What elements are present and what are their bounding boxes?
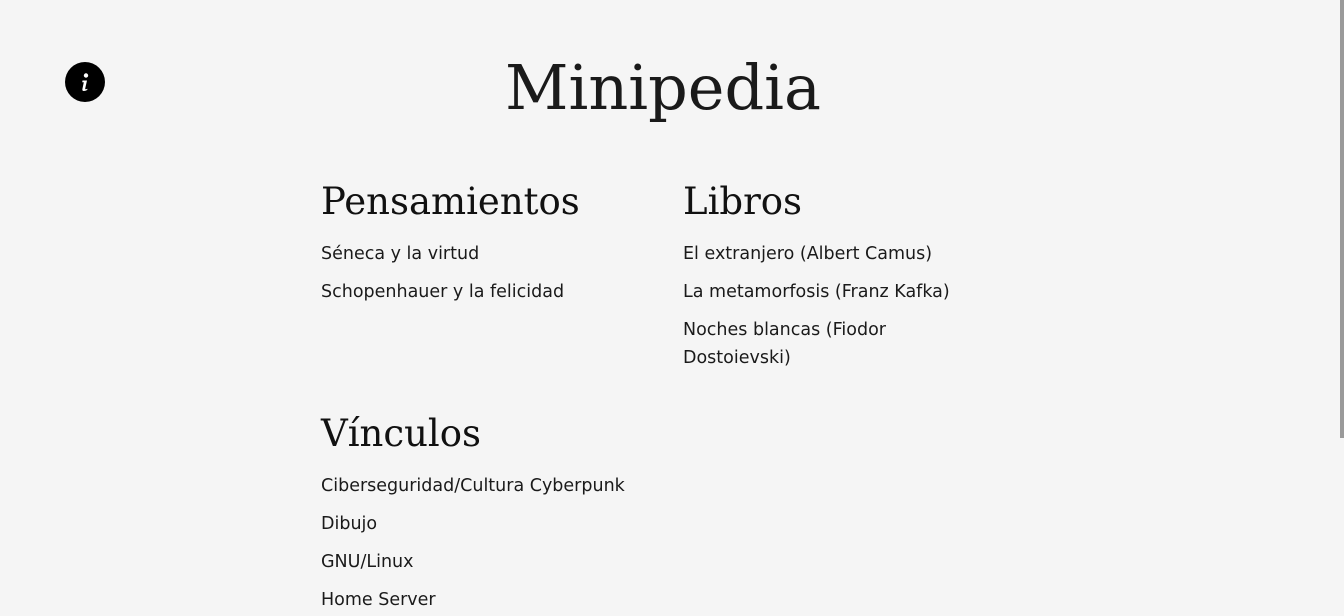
list-item: Noches blancas (Fiodor Dostoievski): [683, 316, 983, 372]
scrollbar[interactable]: [1340, 0, 1344, 438]
thoughts-list: Séneca y la virtud Schopenhauer y la fel…: [321, 240, 661, 306]
section-heading-books: Libros: [683, 180, 803, 223]
list-item: Ciberseguridad/Cultura Cyberpunk: [321, 472, 661, 500]
site-title: Minipedia: [505, 51, 821, 124]
link-dibujo[interactable]: Dibujo: [321, 514, 377, 534]
list-item: El extranjero (Albert Camus): [683, 240, 983, 268]
link-la-metamorfosis[interactable]: La metamorfosis (Franz Kafka): [683, 282, 950, 302]
link-schopenhauer[interactable]: Schopenhauer y la felicidad: [321, 282, 564, 302]
link-el-extranjero[interactable]: El extranjero (Albert Camus): [683, 244, 932, 264]
link-ciberseguridad[interactable]: Ciberseguridad/Cultura Cyberpunk: [321, 476, 625, 496]
list-item: La metamorfosis (Franz Kafka): [683, 278, 983, 306]
books-list: El extranjero (Albert Camus) La metamorf…: [683, 240, 983, 372]
links-list: Ciberseguridad/Cultura Cyberpunk Dibujo …: [321, 472, 661, 614]
list-item: Dibujo: [321, 510, 661, 538]
list-item: Séneca y la virtud: [321, 240, 661, 268]
link-seneca[interactable]: Séneca y la virtud: [321, 244, 479, 264]
section-books: Libros El extranjero (Albert Camus) La m…: [683, 180, 983, 382]
link-gnu-linux[interactable]: GNU/Linux: [321, 552, 414, 572]
list-item: Schopenhauer y la felicidad: [321, 278, 661, 306]
list-item: Home Server: [321, 586, 661, 614]
link-noches-blancas[interactable]: Noches blancas (Fiodor Dostoievski): [683, 320, 886, 368]
section-thoughts: Pensamientos Séneca y la virtud Schopenh…: [321, 180, 661, 316]
link-home-server[interactable]: Home Server: [321, 590, 436, 610]
section-heading-links: Vínculos: [321, 412, 482, 455]
section-links: Vínculos Ciberseguridad/Cultura Cyberpun…: [321, 412, 661, 616]
section-heading-thoughts: Pensamientos: [321, 180, 580, 223]
page: Minipedia Pensamientos Séneca y la virtu…: [0, 0, 1344, 616]
list-item: GNU/Linux: [321, 548, 661, 576]
